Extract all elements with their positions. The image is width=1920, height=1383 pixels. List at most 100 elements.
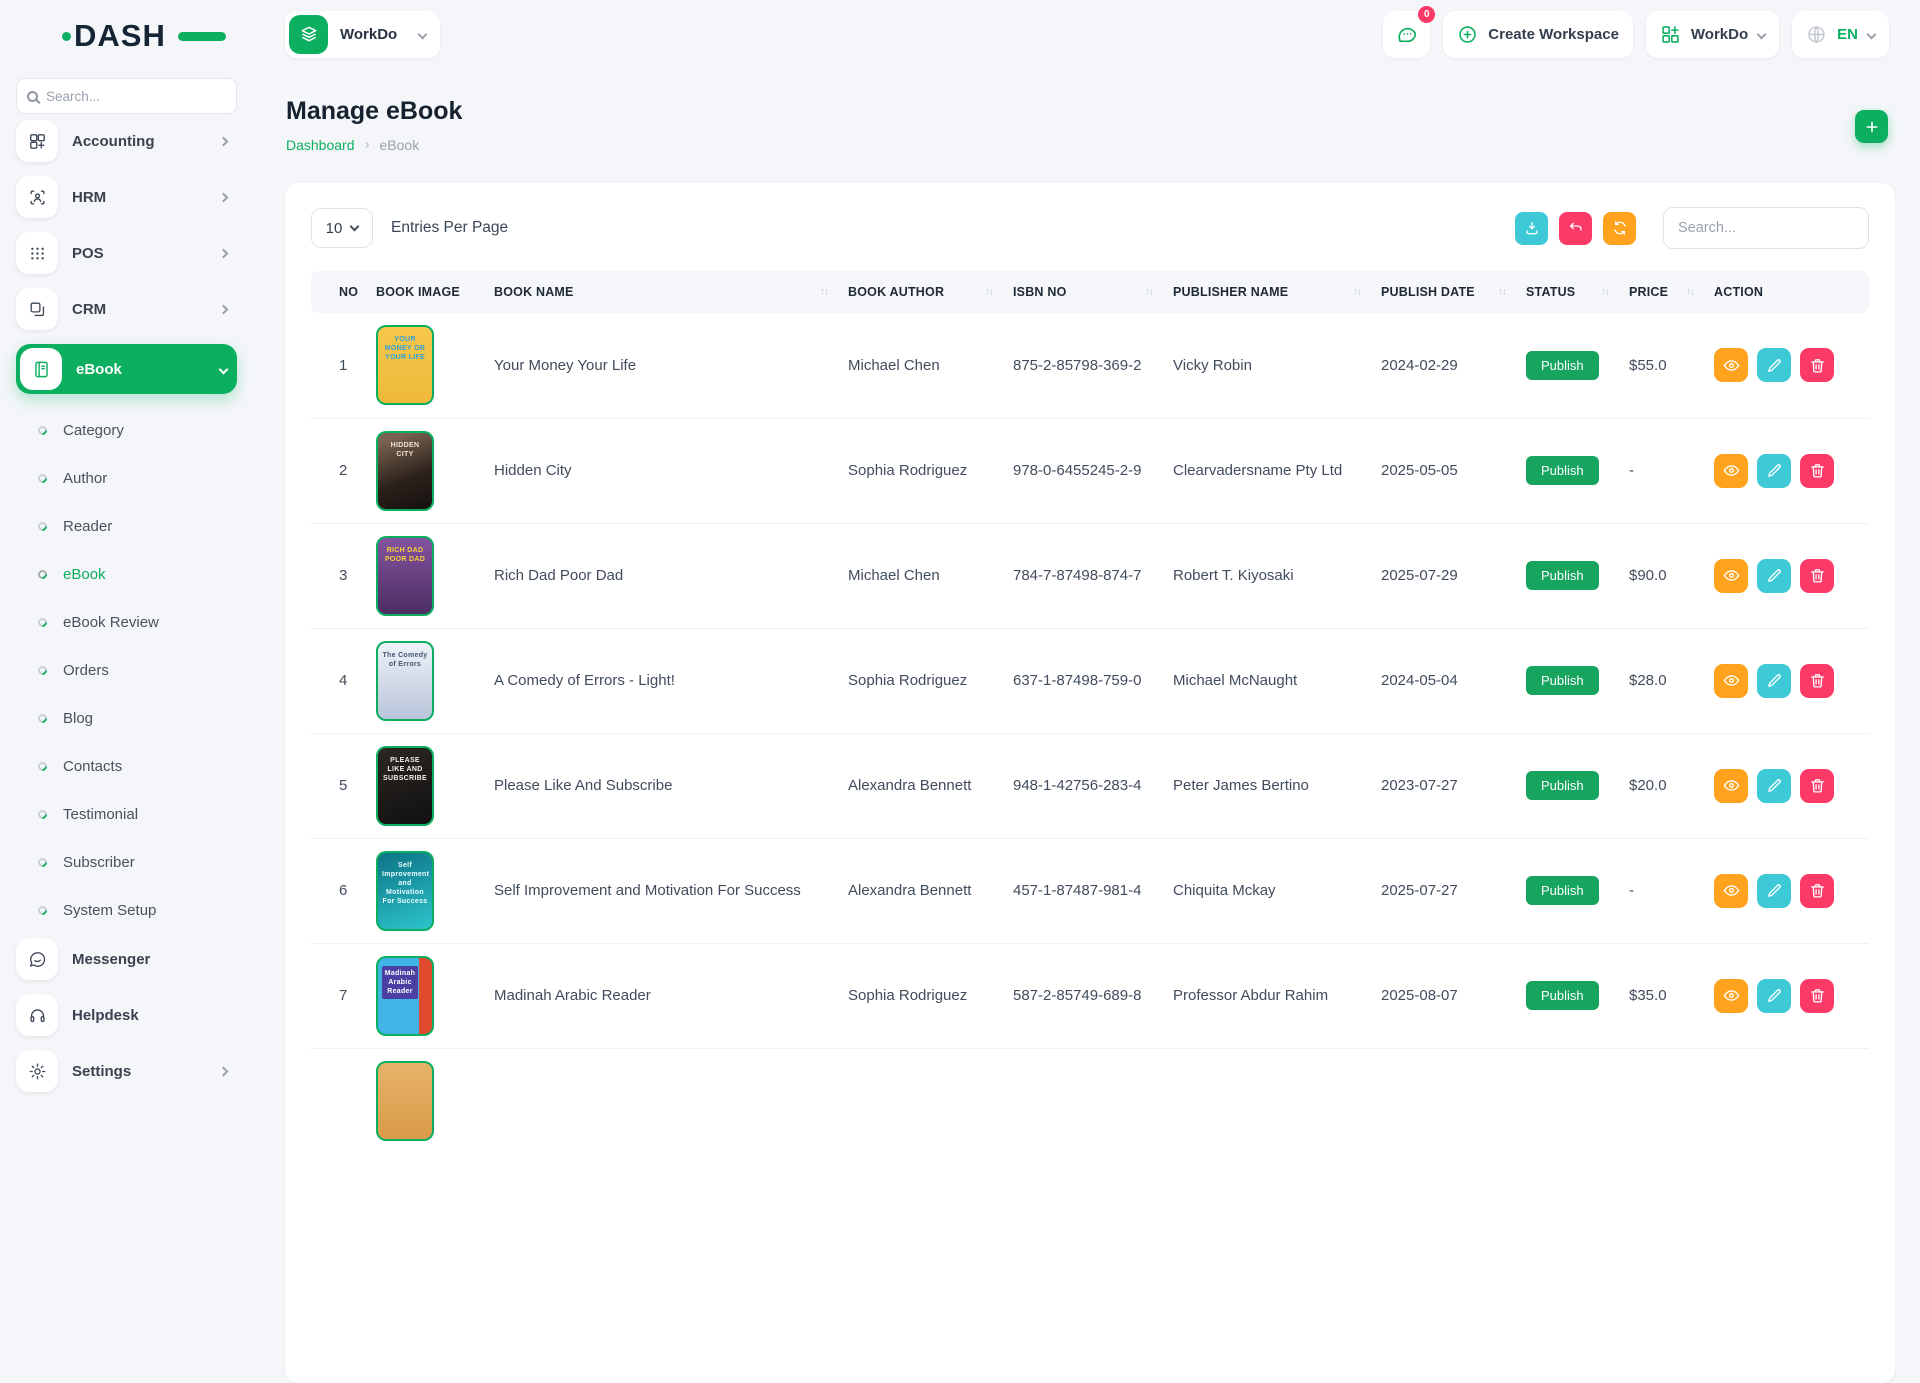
trash-icon: [1809, 882, 1826, 899]
sidebar-subitem-blog[interactable]: Blog: [16, 694, 237, 742]
workdo-menu[interactable]: WorkDo: [1646, 11, 1779, 58]
delete-button[interactable]: [1800, 454, 1834, 488]
bullet-icon: [36, 712, 49, 725]
undo-button[interactable]: [1559, 212, 1592, 245]
chevron-down-icon: [1867, 29, 1877, 39]
sidebar-item-messenger[interactable]: Messenger: [16, 938, 237, 980]
eye-icon: [1723, 567, 1740, 584]
column-header-price[interactable]: PRICE↑↓: [1619, 271, 1704, 313]
eye-icon: [1723, 882, 1740, 899]
cell-book-author: Sophia Rodriguez: [838, 943, 1003, 1048]
sort-icon[interactable]: ↑↓: [1498, 287, 1506, 298]
cell-book-author: Michael Chen: [838, 313, 1003, 418]
table-search-input[interactable]: [1663, 207, 1869, 249]
view-button[interactable]: [1714, 454, 1748, 488]
pencil-icon: [1766, 987, 1783, 1004]
cell-action: [1704, 838, 1869, 943]
cell-isbn: [1003, 1048, 1163, 1153]
sidebar-item-settings[interactable]: Settings: [16, 1050, 237, 1092]
table-row: 7Madinah Arabic ReaderMadinah Arabic Rea…: [311, 943, 1869, 1048]
edit-button[interactable]: [1757, 874, 1791, 908]
sort-icon[interactable]: ↑↓: [1686, 287, 1694, 298]
column-header-book-name[interactable]: BOOK NAME↑↓: [484, 271, 838, 313]
download-icon: [1524, 220, 1540, 236]
cell-publisher: Professor Abdur Rahim: [1163, 943, 1371, 1048]
cell-book-image: RICH DAD POOR DAD: [366, 523, 484, 628]
sidebar-search[interactable]: [16, 78, 237, 114]
delete-button[interactable]: [1800, 348, 1834, 382]
language-selector[interactable]: EN: [1792, 11, 1889, 58]
create-workspace-button[interactable]: Create Workspace: [1443, 11, 1633, 58]
edit-button[interactable]: [1757, 979, 1791, 1013]
view-button[interactable]: [1714, 979, 1748, 1013]
entries-per-page-select[interactable]: 10: [311, 208, 373, 248]
sidebar-item-helpdesk[interactable]: Helpdesk: [16, 994, 237, 1036]
cell-book-name: Please Like And Subscribe: [484, 733, 838, 838]
cell-book-image: YOUR MONEY OR YOUR LIFE: [366, 313, 484, 418]
view-button[interactable]: [1714, 664, 1748, 698]
cell-isbn: 587-2-85749-689-8: [1003, 943, 1163, 1048]
headset-icon: [16, 994, 58, 1036]
edit-button[interactable]: [1757, 559, 1791, 593]
sidebar-item-hrm[interactable]: HRM: [16, 176, 237, 218]
cell-book-name: Hidden City: [484, 418, 838, 523]
view-button[interactable]: [1714, 769, 1748, 803]
sort-icon[interactable]: ↑↓: [1601, 287, 1609, 298]
edit-button[interactable]: [1757, 769, 1791, 803]
status-badge: Publish: [1526, 351, 1599, 380]
column-header-publisher-name[interactable]: PUBLISHER NAME↑↓: [1163, 271, 1371, 313]
sidebar-subitem-testimonial[interactable]: Testimonial: [16, 790, 237, 838]
undo-arrow-icon: [1568, 220, 1584, 236]
brand-logo[interactable]: DASH: [62, 16, 237, 56]
chevron-down-icon: [219, 364, 229, 374]
cell-isbn: 784-7-87498-874-7: [1003, 523, 1163, 628]
sidebar-subitem-reader[interactable]: Reader: [16, 502, 237, 550]
sort-icon[interactable]: ↑↓: [820, 287, 828, 298]
sort-icon[interactable]: ↑↓: [985, 287, 993, 298]
sidebar-subitem-ebook[interactable]: eBook: [16, 550, 237, 598]
sidebar-item-ebook[interactable]: eBook: [16, 344, 237, 394]
delete-button[interactable]: [1800, 874, 1834, 908]
ebook-table-card: 10 Entries Per Page NOBOOK IMAGEBOOK NAM: [285, 183, 1895, 1383]
sidebar-item-pos[interactable]: POS: [16, 232, 237, 274]
delete-button[interactable]: [1800, 559, 1834, 593]
edit-button[interactable]: [1757, 664, 1791, 698]
messages-button[interactable]: 0: [1383, 11, 1430, 58]
delete-button[interactable]: [1800, 664, 1834, 698]
export-button[interactable]: [1515, 212, 1548, 245]
sidebar-search-input[interactable]: [46, 89, 226, 104]
sidebar-subitem-contacts[interactable]: Contacts: [16, 742, 237, 790]
sort-icon[interactable]: ↑↓: [1353, 287, 1361, 298]
column-header-book-author[interactable]: BOOK AUTHOR↑↓: [838, 271, 1003, 313]
sidebar-subitem-category[interactable]: Category: [16, 406, 237, 454]
column-header-status[interactable]: STATUS↑↓: [1516, 271, 1619, 313]
sidebar-subitem-system-setup[interactable]: System Setup: [16, 886, 237, 934]
sort-icon[interactable]: ↑↓: [1145, 287, 1153, 298]
cell-price: -: [1619, 418, 1704, 523]
column-header-isbn-no[interactable]: ISBN NO↑↓: [1003, 271, 1163, 313]
status-badge: Publish: [1526, 876, 1599, 905]
search-icon: [27, 91, 38, 102]
sidebar-subitem-ebook-review[interactable]: eBook Review: [16, 598, 237, 646]
table-row: [311, 1048, 1869, 1153]
delete-button[interactable]: [1800, 979, 1834, 1013]
column-header-publish-date[interactable]: PUBLISH DATE↑↓: [1371, 271, 1516, 313]
view-button[interactable]: [1714, 348, 1748, 382]
refresh-button[interactable]: [1603, 212, 1636, 245]
workspace-selector[interactable]: WorkDo: [285, 11, 440, 58]
view-button[interactable]: [1714, 874, 1748, 908]
edit-button[interactable]: [1757, 348, 1791, 382]
add-ebook-button[interactable]: [1855, 110, 1888, 143]
sidebar-item-crm[interactable]: CRM: [16, 288, 237, 330]
sidebar-subitem-subscriber[interactable]: Subscriber: [16, 838, 237, 886]
cell-action: [1704, 733, 1869, 838]
sidebar-subitem-author[interactable]: Author: [16, 454, 237, 502]
sidebar-item-accounting[interactable]: Accounting: [16, 120, 237, 162]
sidebar-subitem-orders[interactable]: Orders: [16, 646, 237, 694]
breadcrumb-dashboard-link[interactable]: Dashboard: [286, 137, 355, 153]
edit-button[interactable]: [1757, 454, 1791, 488]
cell-book-name: Rich Dad Poor Dad: [484, 523, 838, 628]
view-button[interactable]: [1714, 559, 1748, 593]
delete-button[interactable]: [1800, 769, 1834, 803]
cell-publisher: Peter James Bertino: [1163, 733, 1371, 838]
